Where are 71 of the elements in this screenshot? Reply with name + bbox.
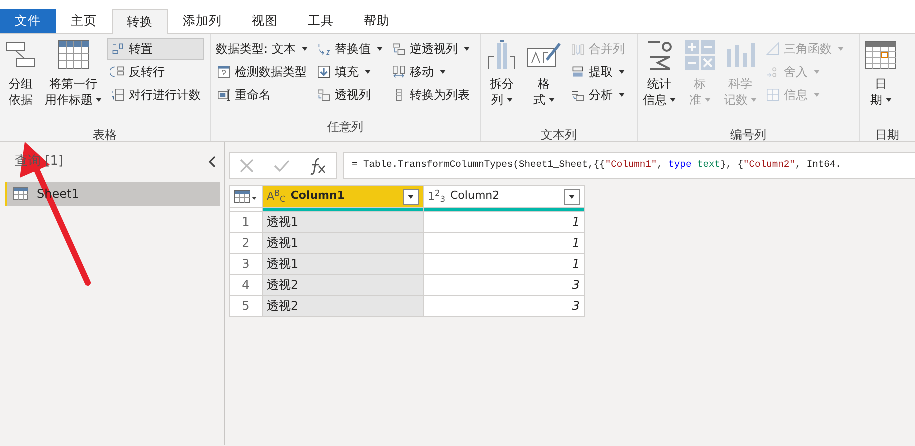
row-number: 1 [230, 212, 262, 232]
table-icon [58, 39, 90, 71]
ribbon-button[interactable]: 将第一行 用作标题 [42, 37, 105, 127]
ribbon-button[interactable]: 透视列 [312, 84, 386, 106]
extract-icon [570, 64, 586, 80]
table-cell: 3 [424, 274, 584, 296]
table-cell: 1 [424, 212, 584, 232]
ribbon-button[interactable]: 提取 [567, 61, 628, 83]
ribbon-button[interactable]: 对行进行计数 [107, 84, 204, 106]
ribbon-tab[interactable]: 主页 [56, 9, 112, 33]
fill-down-icon [316, 64, 332, 80]
ribbon-button[interactable]: 移动 [388, 61, 473, 83]
group-label: 任意列 [326, 119, 364, 135]
row-number: 5 [230, 296, 262, 316]
ribbon-button[interactable]: 反转行 [107, 61, 204, 83]
calendar-icon [865, 39, 897, 71]
ribbon-button[interactable]: 日 期 [862, 37, 900, 127]
split-icon [486, 39, 518, 71]
ribbon-button[interactable]: 格 式 [523, 37, 565, 127]
ribbon-button[interactable]: 数据类型: 文本 [213, 38, 311, 60]
table-icon [13, 187, 29, 201]
ribbon-button[interactable]: 分组 依据 [2, 37, 40, 127]
triangle-icon [765, 41, 781, 57]
column-header[interactable]: 1$^{2}$$_{3}$ Column2 [424, 186, 584, 208]
grid-icon [765, 87, 781, 103]
move-icon [390, 64, 407, 80]
filter-button[interactable] [564, 188, 580, 204]
ribbon-button[interactable]: 填充 [312, 61, 386, 83]
table-cell: 透视2 [262, 296, 424, 316]
table-cell: 透视1 [262, 254, 424, 274]
detect-type-icon [216, 64, 232, 80]
ribbon-tab[interactable]: 添加列 [168, 9, 237, 33]
ribbon-button[interactable]: 替换值 [312, 38, 386, 60]
ribbon-button[interactable]: 逆透视列 [388, 38, 473, 60]
group-label: 表格 [92, 127, 118, 141]
ribbon-button[interactable]: 重命名 [213, 84, 311, 106]
ribbon-tab[interactable]: 工具 [293, 9, 349, 33]
table-cell: 透视1 [262, 232, 424, 254]
group-label: 日期 [874, 127, 900, 141]
ribbon-button[interactable]: 转置 [107, 38, 204, 60]
ribbon-button[interactable]: 转换为列表 [388, 84, 473, 106]
ribbon-button[interactable]: 统计 信息 [640, 37, 679, 127]
ribbon-button[interactable]: 检测数据类型 [213, 61, 311, 83]
table-cell: 透视1 [262, 212, 424, 232]
ribbon-tab[interactable]: 文件 [0, 9, 56, 33]
column-header[interactable]: A$^{B}$$_{C}$ Column1 [262, 186, 424, 208]
ribbon-tab[interactable]: 转换 [112, 9, 168, 34]
count-icon [110, 87, 126, 103]
ribbon-button[interactable]: 分析 [567, 84, 628, 106]
row-number: 4 [230, 274, 262, 296]
reverse-icon [110, 64, 126, 80]
group-label: 编号列 [730, 127, 768, 141]
ribbon-tab[interactable]: 视图 [237, 9, 293, 33]
row-number: 3 [230, 254, 262, 274]
pivot-icon [316, 87, 332, 103]
ribbon-tab[interactable]: 帮助 [349, 9, 405, 33]
table-cell: 透视2 [262, 274, 424, 296]
ribbon-button[interactable]: 拆分 列 [483, 37, 521, 127]
table-cell: 1 [424, 232, 584, 254]
table-cell: 1 [424, 254, 584, 274]
calculator-icon [684, 39, 716, 71]
table-cell: 3 [424, 296, 584, 316]
rename-icon [216, 87, 232, 103]
formula-field[interactable]: = Table.TransformColumnTypes(Sheet1_Sheet,{{"Column1", type text}, {"Column2", Int64. [343, 152, 915, 179]
row-number: 2 [230, 232, 262, 254]
group-label: 文本列 [540, 127, 578, 141]
table-menu-icon [234, 190, 258, 204]
transpose-icon [110, 41, 126, 57]
collapse-icon[interactable] [208, 156, 216, 168]
unpivot-icon [390, 41, 407, 57]
filter-button[interactable] [403, 188, 419, 204]
